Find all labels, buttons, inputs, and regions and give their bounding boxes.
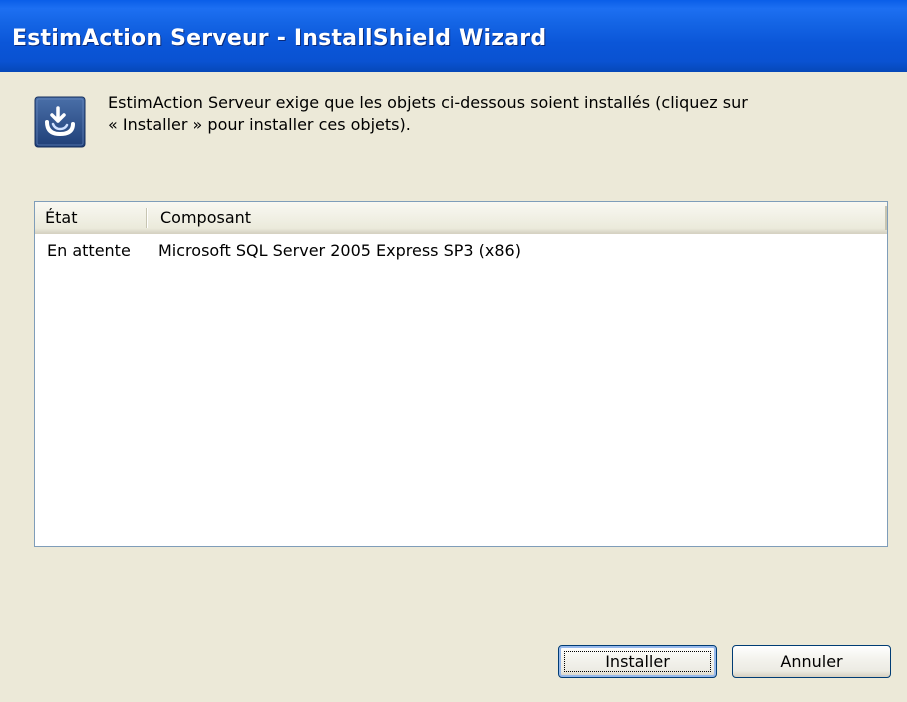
title-bar[interactable]: EstimAction Serveur - InstallShield Wiza… — [0, 0, 907, 72]
column-divider-end — [885, 206, 887, 230]
intro-line-1: EstimAction Serveur exige que les objets… — [108, 93, 748, 112]
intro-line-2: « Installer » pour installer ces objets)… — [108, 115, 411, 134]
list-header: État Composant — [35, 202, 887, 234]
components-list[interactable]: État Composant En attente Microsoft SQL … — [34, 201, 888, 547]
column-divider[interactable] — [146, 208, 147, 228]
install-button[interactable]: Installer — [558, 645, 717, 678]
cancel-button[interactable]: Annuler — [732, 645, 891, 678]
install-button-label: Installer — [605, 652, 670, 671]
column-header-composant[interactable]: Composant — [160, 202, 860, 233]
installshield-icon — [34, 96, 86, 148]
column-header-etat[interactable]: État — [45, 202, 145, 233]
installshield-dialog: EstimAction Serveur - InstallShield Wiza… — [0, 0, 907, 702]
item-status: En attente — [47, 241, 131, 260]
intro-message: EstimAction Serveur exige que les objets… — [108, 92, 868, 136]
list-item[interactable]: En attente Microsoft SQL Server 2005 Exp… — [35, 238, 887, 264]
item-component: Microsoft SQL Server 2005 Express SP3 (x… — [158, 241, 521, 260]
window-title: EstimAction Serveur - InstallShield Wiza… — [12, 26, 547, 51]
